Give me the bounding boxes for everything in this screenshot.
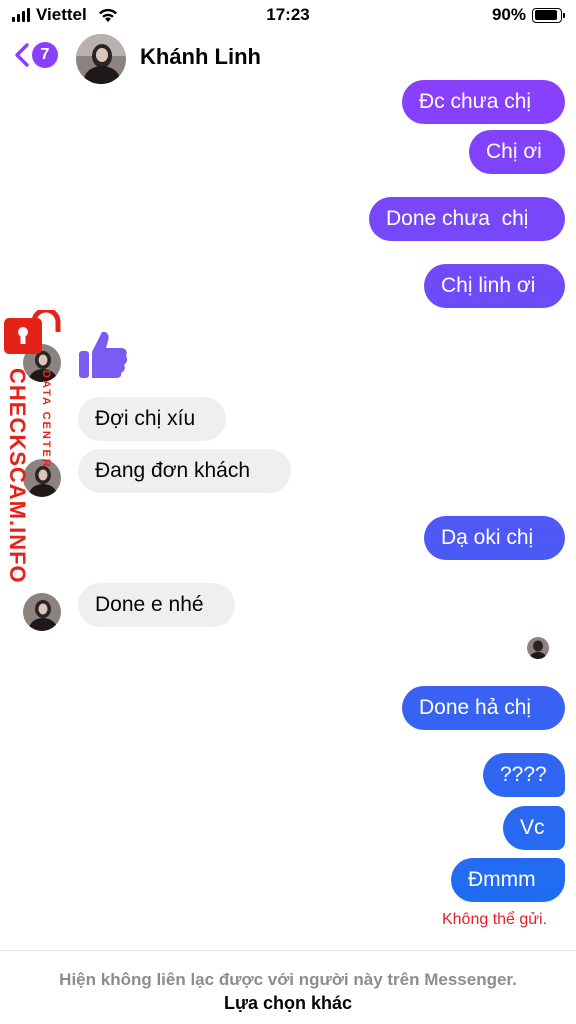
checkscam-watermark: CHECKSCAM.INFO DATA CENTER (0, 308, 61, 588)
message-bubble-sent[interactable]: Dạ oki chị (424, 516, 565, 560)
footer-info-text: Hiện không liên lạc được với người này t… (59, 970, 517, 989)
message-bubble-received[interactable]: Đợi chị xíu (78, 397, 226, 441)
unavailable-footer: Hiện không liên lạc được với người này t… (0, 950, 576, 1024)
message-bubble-received[interactable]: Đang đơn khách (78, 449, 291, 493)
watermark-subtitle: DATA CENTER (40, 370, 52, 469)
message-bubble-sent[interactable]: Done chưa chị (369, 197, 565, 241)
message-list: Đc chưa chị Chị ơi Done chưa chị Chị lin… (0, 0, 576, 1024)
messenger-chat-screen: Viettel 17:23 90% 7 Khánh Linh Đc chưa c… (0, 0, 576, 1024)
message-bubble-sent[interactable]: ???? (483, 753, 565, 797)
message-bubble-sent[interactable]: Vc (503, 806, 565, 850)
message-bubble-sent[interactable]: Chị ơi (469, 130, 565, 174)
watermark-brand: CHECKSCAM.INFO (5, 368, 30, 584)
send-error-text[interactable]: Không thể gửi. (442, 911, 547, 929)
message-bubble-sent[interactable]: Đmmm (451, 858, 565, 902)
message-bubble-sent[interactable]: Done hả chị (402, 686, 565, 730)
contact-avatar-small (23, 593, 61, 631)
seen-receipt-avatar (527, 637, 549, 659)
message-bubble-received[interactable]: Done e nhé (78, 583, 235, 627)
message-bubble-sent[interactable]: Chị linh ơi (424, 264, 565, 308)
lock-icon (4, 310, 61, 354)
thumbs-up-icon[interactable] (78, 328, 128, 380)
other-options-button[interactable]: Lựa chọn khác (0, 993, 576, 1014)
message-bubble-sent[interactable]: Đc chưa chị (402, 80, 565, 124)
